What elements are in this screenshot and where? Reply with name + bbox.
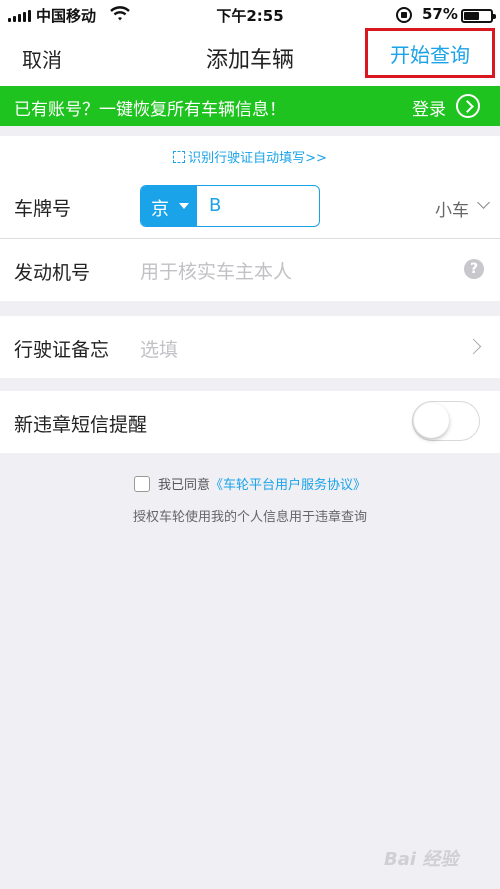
engine-number-label: 发动机号 <box>14 262 91 284</box>
sms-reminder-row: 新违章短信提醒 <box>0 391 500 453</box>
chevron-right-icon <box>465 338 482 355</box>
battery-percent: 57% <box>422 5 458 23</box>
scan-license-link[interactable]: 识别行驶证自动填写>> <box>0 147 500 166</box>
cancel-button[interactable]: 取消 <box>22 44 62 73</box>
agreement-link[interactable]: 《车轮平台用户服务协议》 <box>210 478 366 493</box>
plate-number-input[interactable]: B <box>209 195 221 216</box>
banner-message: 已有账号？一键恢复所有车辆信息！ <box>14 100 286 120</box>
baidu-watermark-logo: Bai 经验 <box>384 849 459 870</box>
caret-down-icon <box>179 203 189 209</box>
toggle-knob <box>414 403 449 438</box>
scan-license-row: 识别行驶证自动填写>> <box>0 136 500 174</box>
province-selector[interactable]: 京 <box>141 186 197 226</box>
license-memo-row[interactable]: 行驶证备忘 选填 <box>0 316 500 378</box>
sms-reminder-label: 新违章短信提醒 <box>14 414 148 436</box>
restore-account-banner[interactable]: 已有账号？一键恢复所有车辆信息！ 登录 <box>0 86 500 126</box>
province-value: 京 <box>151 199 169 220</box>
rotation-lock-icon <box>396 7 412 23</box>
login-link[interactable]: 登录 <box>412 95 446 120</box>
chevron-down-icon[interactable] <box>477 196 490 209</box>
plate-number-label: 车牌号 <box>14 198 72 220</box>
start-query-label: 开始查询 <box>390 42 470 67</box>
scan-license-label: 识别行驶证自动填写>> <box>188 151 327 166</box>
sms-reminder-toggle[interactable] <box>412 401 480 441</box>
help-icon[interactable]: ? <box>464 259 484 279</box>
agreement-prefix: 我已同意 <box>157 478 210 493</box>
battery-fill <box>464 12 479 20</box>
license-memo-input[interactable]: 选填 <box>140 335 178 362</box>
authorization-note: 授权车轮使用我的个人信息用于违章查询 <box>132 510 367 525</box>
status-bar: 中国移动 下午2:55 57% <box>0 0 500 30</box>
agreement-checkbox[interactable] <box>133 476 150 492</box>
engine-number-row: 发动机号 用于核实车主本人 ? <box>0 239 500 301</box>
car-type-selector[interactable]: 小车 <box>435 196 469 221</box>
plate-number-field[interactable]: 京 B <box>140 185 320 227</box>
plate-number-row: 车牌号 京 B 小车 <box>0 174 500 238</box>
scan-icon <box>173 151 186 163</box>
battery-icon <box>461 9 496 23</box>
license-memo-label: 行驶证备忘 <box>14 339 110 361</box>
start-query-button[interactable]: 开始查询 <box>365 28 495 78</box>
engine-number-input[interactable]: 用于核实车主本人 <box>140 257 440 284</box>
login-arrow-icon[interactable] <box>456 94 480 118</box>
navigation-bar: 取消 添加车辆 开始查询 <box>0 28 500 86</box>
agreement-row: 我已同意《车轮平台用户服务协议》 <box>0 474 500 494</box>
